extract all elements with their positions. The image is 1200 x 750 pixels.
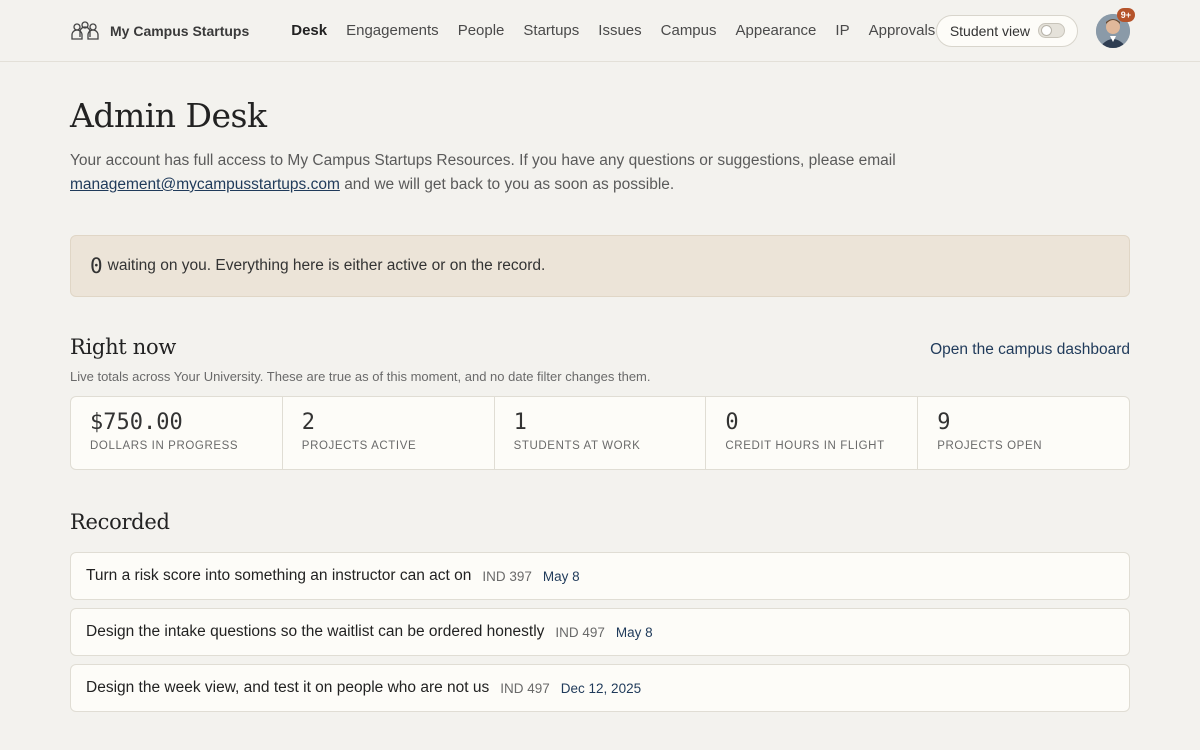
right-now-header: Right now Open the campus dashboard xyxy=(70,335,1130,359)
students-icon xyxy=(71,20,99,40)
recorded-item[interactable]: Design the week view, and test it on peo… xyxy=(70,664,1130,712)
nav-people[interactable]: People xyxy=(458,22,505,39)
nav-engagements[interactable]: Engagements xyxy=(346,22,439,39)
stat-value: $750.00 xyxy=(90,410,183,435)
nav-ip[interactable]: IP xyxy=(835,22,849,39)
stat-value: 0 xyxy=(725,410,739,435)
stat-credit-hours-in-flight: 0 CREDIT HOURS IN FLIGHT xyxy=(706,397,919,469)
main-nav: Desk Engagements People Startups Issues … xyxy=(291,22,935,39)
stat-dollars-in-progress: $750.00 DOLLARS IN PROGRESS xyxy=(71,397,283,469)
record-title: Design the week view, and test it on peo… xyxy=(86,679,490,696)
record-date: Dec 12, 2025 xyxy=(560,680,642,696)
record-course: IND 397 xyxy=(482,568,532,584)
stat-value: 2 xyxy=(301,410,316,435)
stat-label: PROJECTS OPEN xyxy=(937,440,1043,452)
record-course: IND 497 xyxy=(500,680,550,696)
nav-appearance[interactable]: Appearance xyxy=(736,22,817,39)
top-navigation-bar: My Campus Startups Desk Engagements Peop… xyxy=(0,0,1200,62)
waiting-count: 0 xyxy=(90,254,103,278)
student-view-label: Student view xyxy=(949,22,1030,39)
intro-tail: and we will get back to you as soon as p… xyxy=(344,176,675,193)
notification-badge: 9+ xyxy=(1116,7,1135,22)
stat-label: PROJECTS ACTIVE xyxy=(301,440,417,452)
right-now-subtitle: Live totals across Your University. Thes… xyxy=(70,369,651,384)
stats-panel: $750.00 DOLLARS IN PROGRESS 2 PROJECTS A… xyxy=(70,396,1130,470)
main-content: Admin Desk Your account has full access … xyxy=(0,96,1200,712)
record-title: Design the intake questions so the waitl… xyxy=(86,623,545,640)
user-menu[interactable]: 9+ xyxy=(1096,7,1135,48)
stat-projects-active: 2 PROJECTS ACTIVE xyxy=(283,397,495,469)
stat-label: CREDIT HOURS IN FLIGHT xyxy=(725,440,885,452)
toggle-switch[interactable] xyxy=(1038,23,1065,38)
recorded-item[interactable]: Design the intake questions so the waitl… xyxy=(70,608,1130,656)
nav-approvals[interactable]: Approvals xyxy=(869,22,936,39)
management-email-link[interactable]: management@mycampusstartups.com xyxy=(70,176,340,193)
intro-paragraph: Your account has full access to My Campu… xyxy=(70,149,930,197)
record-course: IND 497 xyxy=(555,624,605,640)
brand[interactable]: My Campus Startups xyxy=(70,20,249,42)
record-date: May 8 xyxy=(542,568,580,584)
intro-text: Your account has full access to My Campu… xyxy=(70,152,896,169)
right-now-title: Right now xyxy=(70,335,177,359)
stat-value: 9 xyxy=(937,410,951,435)
stat-label: DOLLARS IN PROGRESS xyxy=(90,440,239,452)
nav-startups[interactable]: Startups xyxy=(523,22,579,39)
waiting-text: waiting on you. Everything here is eithe… xyxy=(107,257,546,274)
stat-value: 1 xyxy=(513,410,527,435)
page-title: Admin Desk xyxy=(70,96,267,135)
campus-dashboard-link[interactable]: Open the campus dashboard xyxy=(930,341,1130,359)
toggle-knob xyxy=(1041,25,1052,36)
nav-desk[interactable]: Desk xyxy=(291,22,327,39)
stat-label: STUDENTS AT WORK xyxy=(513,440,641,452)
recorded-title: Recorded xyxy=(70,510,170,534)
stat-projects-open: 9 PROJECTS OPEN xyxy=(918,397,1129,469)
record-title: Turn a risk score into something an inst… xyxy=(86,567,472,584)
record-date: May 8 xyxy=(615,624,653,640)
header-tools: Student view 9+ xyxy=(935,7,1135,48)
nav-campus[interactable]: Campus xyxy=(661,22,717,39)
stat-students-at-work: 1 STUDENTS AT WORK xyxy=(495,397,707,469)
nav-issues[interactable]: Issues xyxy=(598,22,641,39)
brand-name: My Campus Startups xyxy=(110,22,250,39)
waiting-banner: 0 waiting on you. Everything here is eit… xyxy=(70,235,1130,297)
recorded-list: Turn a risk score into something an inst… xyxy=(70,552,1130,712)
recorded-item[interactable]: Turn a risk score into something an inst… xyxy=(70,552,1130,600)
student-view-toggle[interactable]: Student view xyxy=(935,14,1078,47)
